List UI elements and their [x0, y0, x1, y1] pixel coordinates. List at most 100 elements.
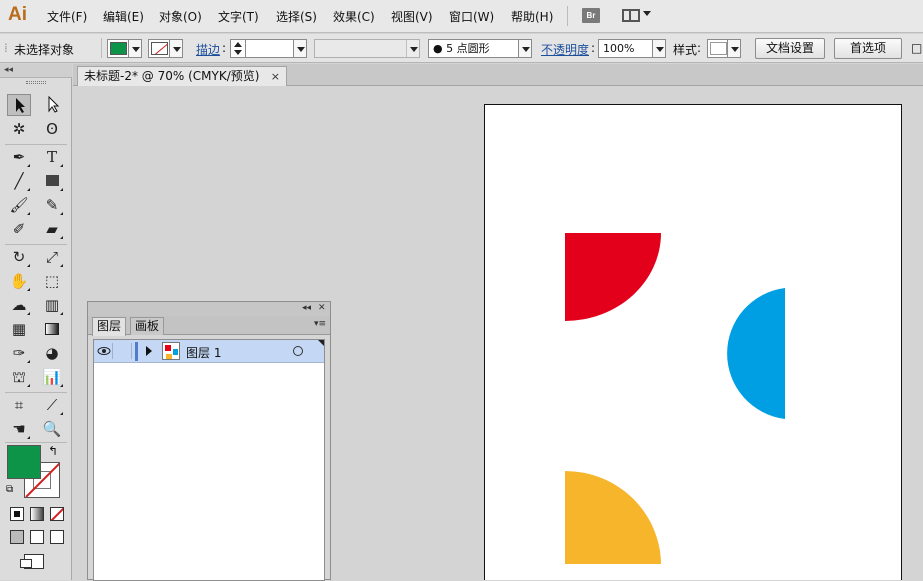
- menu-help[interactable]: 帮助(H): [511, 8, 553, 25]
- opacity-label-link[interactable]: 不透明度: [541, 41, 589, 58]
- opacity-field[interactable]: 100%: [598, 39, 666, 58]
- bridge-button[interactable]: Br: [582, 8, 600, 23]
- brush-definition-dropdown[interactable]: [314, 39, 420, 58]
- tools-divider: [5, 392, 67, 393]
- gradient-tool[interactable]: [40, 318, 64, 340]
- scale-tool[interactable]: ⤢: [40, 246, 64, 268]
- hand-icon: ☚: [12, 420, 26, 438]
- menu-edit[interactable]: 编辑(E): [103, 8, 144, 25]
- column-graph-tool[interactable]: 📊: [40, 366, 64, 388]
- yellow-quarter-shape[interactable]: [565, 471, 661, 564]
- blue-half-circle-shape[interactable]: [727, 288, 785, 419]
- shape-builder-tool[interactable]: ☁: [7, 294, 31, 316]
- menu-view[interactable]: 视图(V): [391, 8, 433, 25]
- eraser-tool[interactable]: ▰: [40, 218, 64, 240]
- menu-file[interactable]: 文件(F): [47, 8, 87, 25]
- warp-tool[interactable]: ✋: [7, 270, 31, 292]
- direct-selection-tool[interactable]: [40, 94, 64, 116]
- color-mode-button[interactable]: [10, 507, 24, 521]
- expand-triangle-icon[interactable]: [146, 346, 152, 356]
- visibility-eye-icon[interactable]: [96, 343, 113, 359]
- close-icon[interactable]: ×: [271, 67, 280, 86]
- tools-panel-header: ◂◂: [0, 64, 72, 78]
- workspace-grid-icon: [622, 9, 640, 22]
- overflow-button[interactable]: □: [911, 41, 922, 55]
- symbol-sprayer-tool[interactable]: ⛫: [7, 366, 31, 388]
- scale-icon: ⤢: [45, 248, 58, 266]
- eyedropper-tool[interactable]: ✑: [7, 342, 31, 364]
- graph-icon: ▥: [44, 296, 60, 314]
- pen-tool[interactable]: ✒: [7, 146, 31, 168]
- chevron-down-icon: [128, 40, 141, 57]
- hand-tool[interactable]: ☚: [7, 418, 31, 440]
- zoom-tool[interactable]: 🔍: [40, 418, 64, 440]
- blob-brush-tool[interactable]: ✐: [7, 218, 31, 240]
- panel-menu-icon[interactable]: ▾≡: [314, 319, 326, 329]
- default-colors-icon[interactable]: ⧉: [6, 484, 13, 495]
- paintbrush-tool[interactable]: 🖌: [7, 194, 31, 216]
- type-tool[interactable]: T: [40, 146, 64, 168]
- workspace-switcher-button[interactable]: [622, 8, 652, 23]
- blend-tool[interactable]: ◕: [40, 342, 64, 364]
- perspective-grid-tool[interactable]: ▥: [40, 294, 64, 316]
- pencil-tool[interactable]: ✎: [40, 194, 64, 216]
- stroke-label-link[interactable]: 描边: [196, 41, 220, 58]
- tab-artboards[interactable]: 画板: [130, 317, 165, 335]
- document-setup-button[interactable]: 文档设置: [755, 38, 825, 59]
- rotate-tool[interactable]: ↻: [7, 246, 31, 268]
- artboard-tool[interactable]: ⌗: [7, 394, 31, 416]
- close-icon[interactable]: ✕: [318, 303, 326, 313]
- magic-wand-tool[interactable]: ✲: [7, 118, 31, 140]
- tab-layers[interactable]: 图层: [92, 317, 127, 336]
- menu-object[interactable]: 对象(O): [159, 8, 202, 25]
- column-graph-icon: 📊: [42, 368, 62, 386]
- expand-arrows-icon[interactable]: ◂◂: [4, 65, 13, 75]
- lasso-icon: ʘ: [46, 120, 58, 138]
- menu-window[interactable]: 窗口(W): [449, 8, 494, 25]
- line-icon: ╱: [14, 172, 24, 190]
- gradient-icon: [45, 323, 59, 335]
- draw-inside-button[interactable]: [50, 530, 64, 544]
- layer-name[interactable]: 图层 1: [186, 344, 221, 361]
- menu-select[interactable]: 选择(S): [276, 8, 317, 25]
- spinner-icon[interactable]: [231, 40, 246, 57]
- none-mode-button[interactable]: [50, 507, 64, 521]
- draw-behind-button[interactable]: [30, 530, 44, 544]
- line-tool[interactable]: ╱: [7, 170, 31, 192]
- app-logo: Ai: [8, 4, 27, 25]
- collapse-panel-icon[interactable]: ◂◂: [302, 303, 311, 313]
- red-quarter-shape[interactable]: [565, 233, 661, 321]
- stroke-weight-field[interactable]: [230, 39, 307, 58]
- graphic-style-dropdown[interactable]: [707, 39, 741, 58]
- document-tab[interactable]: 未标题-2* @ 70% (CMYK/预览) ×: [77, 66, 287, 86]
- panel-grip-icon[interactable]: [26, 81, 46, 84]
- draw-normal-button[interactable]: [10, 530, 24, 544]
- menu-effect[interactable]: 效果(C): [333, 8, 375, 25]
- fill-color-swatch[interactable]: [7, 445, 41, 479]
- artboard[interactable]: [484, 104, 902, 580]
- layer-row[interactable]: 图层 1: [94, 340, 324, 363]
- target-circle-icon[interactable]: [293, 346, 303, 356]
- fill-color-dropdown[interactable]: [107, 39, 142, 58]
- variable-width-profile-dropdown[interactable]: ● 5 点圆形: [428, 39, 532, 58]
- lock-toggle[interactable]: [114, 343, 132, 359]
- preferences-button[interactable]: 首选项: [834, 38, 902, 59]
- tools-panel: ◂◂ ✲ ʘ ✒ T ╱ 🖌 ✎ ✐ ▰ ↻ ⤢ ✋ ⬚ ☁ ▥ ▦ ✑ ◕ ⛫…: [0, 64, 72, 580]
- layers-panel-tabs: 图层 画板 ▾≡: [88, 316, 330, 336]
- gradient-mode-button[interactable]: [30, 507, 44, 521]
- chevron-down-icon: [643, 11, 651, 16]
- slice-tool[interactable]: ⟋: [40, 394, 64, 416]
- menu-type[interactable]: 文字(T): [218, 8, 259, 25]
- lasso-tool[interactable]: ʘ: [40, 118, 64, 140]
- menu-separator: [567, 6, 568, 26]
- free-transform-tool[interactable]: ⬚: [40, 270, 64, 292]
- rectangle-tool[interactable]: [40, 170, 64, 192]
- swap-colors-icon[interactable]: ↰: [48, 444, 58, 458]
- stroke-color-dropdown[interactable]: [148, 39, 183, 58]
- graphic-style-swatch: [710, 42, 727, 55]
- layer-thumbnail: [162, 342, 180, 360]
- mesh-tool[interactable]: ▦: [7, 318, 31, 340]
- screen-mode-button[interactable]: [20, 554, 44, 569]
- menu-bar: Ai 文件(F) 编辑(E) 对象(O) 文字(T) 选择(S) 效果(C) 视…: [0, 0, 923, 33]
- selection-tool[interactable]: [7, 94, 31, 116]
